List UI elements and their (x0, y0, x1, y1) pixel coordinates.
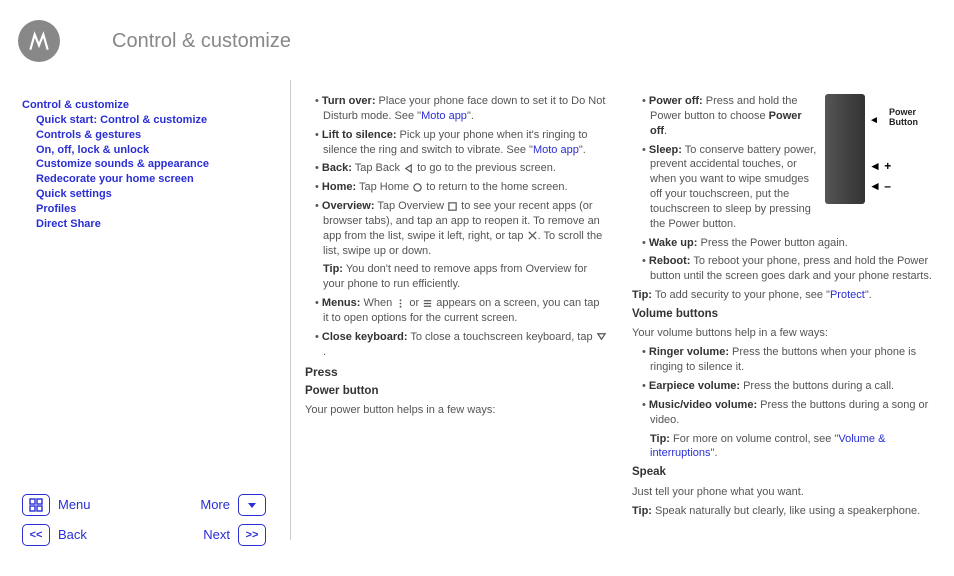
toc-item[interactable]: On, off, lock & unlock (22, 143, 280, 158)
next-double-icon: >> (238, 524, 266, 546)
speak-intro: Just tell your phone what you want. (632, 485, 935, 500)
back-button[interactable]: << Back (22, 524, 144, 546)
speak-tip-label: Tip: (632, 505, 652, 517)
menu-lines-icon (422, 298, 433, 309)
moto-app-link[interactable]: Moto app (421, 110, 467, 122)
toc-item[interactable]: Customize sounds & appearance (22, 157, 280, 172)
chevron-down-icon (596, 331, 607, 342)
power-off-label: Power off: (649, 95, 703, 107)
ringer-label: Ringer volume: (649, 346, 729, 358)
reboot-label: Reboot: (649, 255, 691, 267)
back-label: Back: (322, 162, 352, 174)
menu-dots-icon (395, 298, 406, 309)
bottom-nav: Menu More << Back Next >> (22, 494, 274, 554)
music-label: Music/video volume: (649, 399, 757, 411)
toc-item[interactable]: Profiles (22, 202, 280, 217)
earpiece-label: Earpiece volume: (649, 380, 740, 392)
vertical-divider (290, 80, 291, 540)
toc-top[interactable]: Control & customize (22, 98, 280, 113)
overview-square-icon (447, 201, 458, 212)
press-heading: Press (305, 364, 608, 380)
back-double-icon: << (22, 524, 50, 546)
security-tip-label: Tip: (632, 289, 652, 301)
volume-down-label: ◄ – (869, 178, 891, 194)
toc-item[interactable]: Redecorate your home screen (22, 172, 280, 187)
phone-diagram: ◄ Power Button ◄ + ◄ – (825, 94, 935, 204)
toc-item[interactable]: Quick start: Control & customize (22, 113, 280, 128)
speak-heading: Speak (632, 465, 935, 481)
next-label: Next (203, 526, 230, 544)
power-button-label: Power Button (889, 108, 935, 128)
close-x-icon (527, 230, 538, 241)
more-button[interactable]: More (144, 494, 266, 516)
wake-label: Wake up: (649, 237, 698, 249)
volume-intro: Your volume buttons help in a few ways: (632, 326, 935, 341)
close-kb-label: Close keyboard: (322, 331, 408, 343)
moto-app-link-2[interactable]: Moto app (533, 144, 579, 156)
power-intro: Your power button helps in a few ways: (305, 403, 608, 418)
menu-label: Menu (58, 496, 91, 514)
menu-button[interactable]: Menu (22, 494, 144, 516)
more-label: More (200, 496, 230, 514)
home-circle-icon (412, 182, 423, 193)
menu-grid-icon (22, 494, 50, 516)
toc-item[interactable]: Direct Share (22, 217, 280, 232)
menus-label: Menus: (322, 297, 361, 309)
turn-over-label: Turn over: (322, 95, 376, 107)
more-down-icon (238, 494, 266, 516)
toc-item[interactable]: Controls & gestures (22, 128, 280, 143)
home-label: Home: (322, 181, 356, 193)
lift-label: Lift to silence: (322, 129, 397, 141)
back-triangle-icon (403, 163, 414, 174)
power-button-heading: Power button (305, 384, 608, 400)
toc-sidebar: Control & customize Quick start: Control… (22, 98, 280, 232)
toc-item[interactable]: Quick settings (22, 187, 280, 202)
motorola-logo (18, 20, 60, 62)
volume-up-label: ◄ + (869, 158, 891, 174)
volume-heading: Volume buttons (632, 307, 935, 323)
protect-link[interactable]: Protect (830, 289, 865, 301)
overview-label: Overview: (322, 200, 375, 212)
page-title: Control & customize (112, 28, 291, 55)
back-label: Back (58, 526, 87, 544)
overview-tip-label: Tip: (323, 263, 343, 275)
main-content: Turn over: Place your phone face down to… (305, 94, 935, 544)
volume-tip-label: Tip: (650, 433, 670, 445)
sleep-label: Sleep: (649, 144, 682, 156)
next-button[interactable]: Next >> (144, 524, 266, 546)
